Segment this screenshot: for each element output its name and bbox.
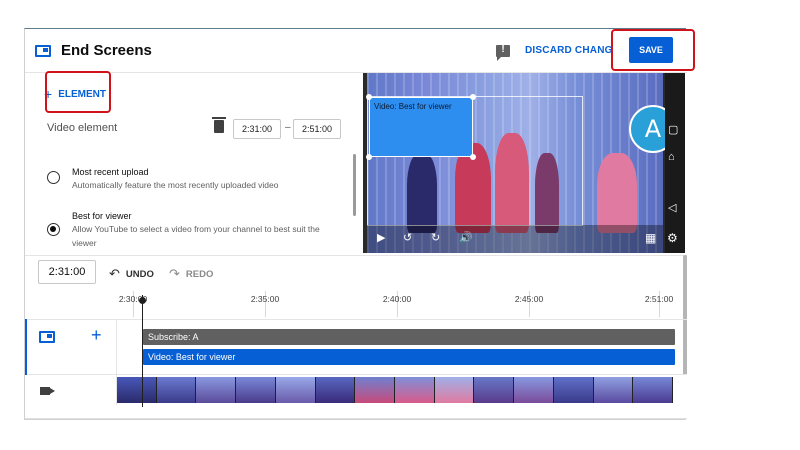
time-range-dash: – <box>285 122 291 133</box>
option-description: Allow YouTube to select a video from you… <box>72 224 320 248</box>
square-icon[interactable]: ▢ <box>668 123 678 136</box>
video-filmstrip[interactable] <box>117 377 674 403</box>
ruler-label: 2:45:00 <box>514 294 544 304</box>
divider <box>25 418 687 419</box>
grid-icon[interactable]: ▦ <box>645 231 656 245</box>
option-description: Automatically feature the most recently … <box>72 180 279 190</box>
resize-handle[interactable] <box>470 154 476 160</box>
endcard-video-element[interactable]: Video: Best for viewer <box>369 97 473 157</box>
film-frame <box>355 377 396 403</box>
current-time-field[interactable]: 2:31:00 <box>38 260 96 284</box>
back-icon[interactable]: ◁ <box>668 201 676 214</box>
option-title: Most recent upload <box>72 167 149 177</box>
feedback-icon[interactable] <box>496 44 510 61</box>
redo-button[interactable]: ↷ REDO <box>169 266 213 282</box>
film-frame <box>434 377 475 403</box>
element-highlight-box <box>45 71 111 113</box>
endcard-video-label: Video: Best for viewer <box>374 102 452 111</box>
undo-label: UNDO <box>125 268 154 280</box>
ruler-label: 2:40:00 <box>382 294 412 304</box>
page-title: End Screens <box>61 42 152 59</box>
undo-icon: ↶ <box>109 266 120 281</box>
ruler-label: 2:35:00 <box>250 294 280 304</box>
start-time-field[interactable]: 2:31:00 <box>233 119 281 139</box>
video-camera-icon <box>40 387 55 395</box>
option-title: Best for viewer <box>72 211 132 221</box>
radio-most-recent-upload[interactable] <box>47 171 60 184</box>
subscribe-track-bar[interactable]: Subscribe: A <box>143 329 675 345</box>
resize-handle[interactable] <box>366 154 372 160</box>
editor-header: End Screens DISCARD CHANGES SAVE <box>25 29 687 73</box>
save-highlight-box <box>611 29 695 71</box>
scrollbar[interactable] <box>353 154 356 216</box>
film-frame <box>514 377 554 403</box>
end-time-field[interactable]: 2:51:00 <box>293 119 341 139</box>
video-element-label: Video element <box>47 122 118 134</box>
film-frame <box>593 377 634 403</box>
radio-best-for-viewer[interactable] <box>47 223 60 236</box>
film-frame <box>156 377 197 403</box>
timeline-playhead[interactable] <box>142 295 143 407</box>
dancer <box>597 153 637 233</box>
playhead-handle[interactable] <box>139 297 146 304</box>
redo-icon: ↷ <box>169 266 180 281</box>
film-frame <box>395 377 435 403</box>
film-frame <box>275 377 316 403</box>
settings-gear-icon[interactable]: ⚙ <box>667 231 678 245</box>
endscreen-track-row <box>25 319 687 375</box>
film-frame <box>553 377 594 403</box>
play-icon[interactable]: ▶ <box>377 231 385 244</box>
resize-handle[interactable] <box>470 94 476 100</box>
forward-icon[interactable]: ↻ <box>431 231 440 244</box>
trash-icon[interactable] <box>212 117 226 133</box>
film-frame <box>633 377 674 403</box>
undo-button[interactable]: ↶ UNDO <box>109 266 154 282</box>
film-frame <box>315 377 356 403</box>
rewind-icon[interactable]: ↺ <box>403 231 412 244</box>
film-frame <box>474 377 515 403</box>
preview-side-strip <box>665 73 685 253</box>
track-selected-marker <box>25 319 27 375</box>
resize-handle[interactable] <box>366 94 372 100</box>
video-track-bar[interactable]: Video: Best for viewer <box>143 349 675 365</box>
timeline-ruler: 2:30:00 2:35:00 2:40:00 2:45:00 2:51:00 <box>117 291 677 317</box>
end-screens-editor: End Screens DISCARD CHANGES SAVE + ELEME… <box>24 28 695 420</box>
film-frame <box>117 377 157 403</box>
end-screen-icon <box>35 45 51 57</box>
add-track-element-button[interactable]: + <box>91 325 102 346</box>
end-screen-track-icon <box>39 331 55 343</box>
redo-label: REDO <box>185 268 214 280</box>
home-icon[interactable]: ⌂ <box>668 151 675 163</box>
film-frame <box>196 377 237 403</box>
film-frame <box>236 377 276 403</box>
ruler-label: 2:51:00 <box>644 294 674 304</box>
video-preview: Video: Best for viewer A ▢ ⌂ ◁ ▶ ↺ ↻ 🔊 ▦… <box>363 73 685 253</box>
volume-icon[interactable]: 🔊 <box>459 231 473 244</box>
discard-changes-button[interactable]: DISCARD CHANGES <box>525 45 613 56</box>
